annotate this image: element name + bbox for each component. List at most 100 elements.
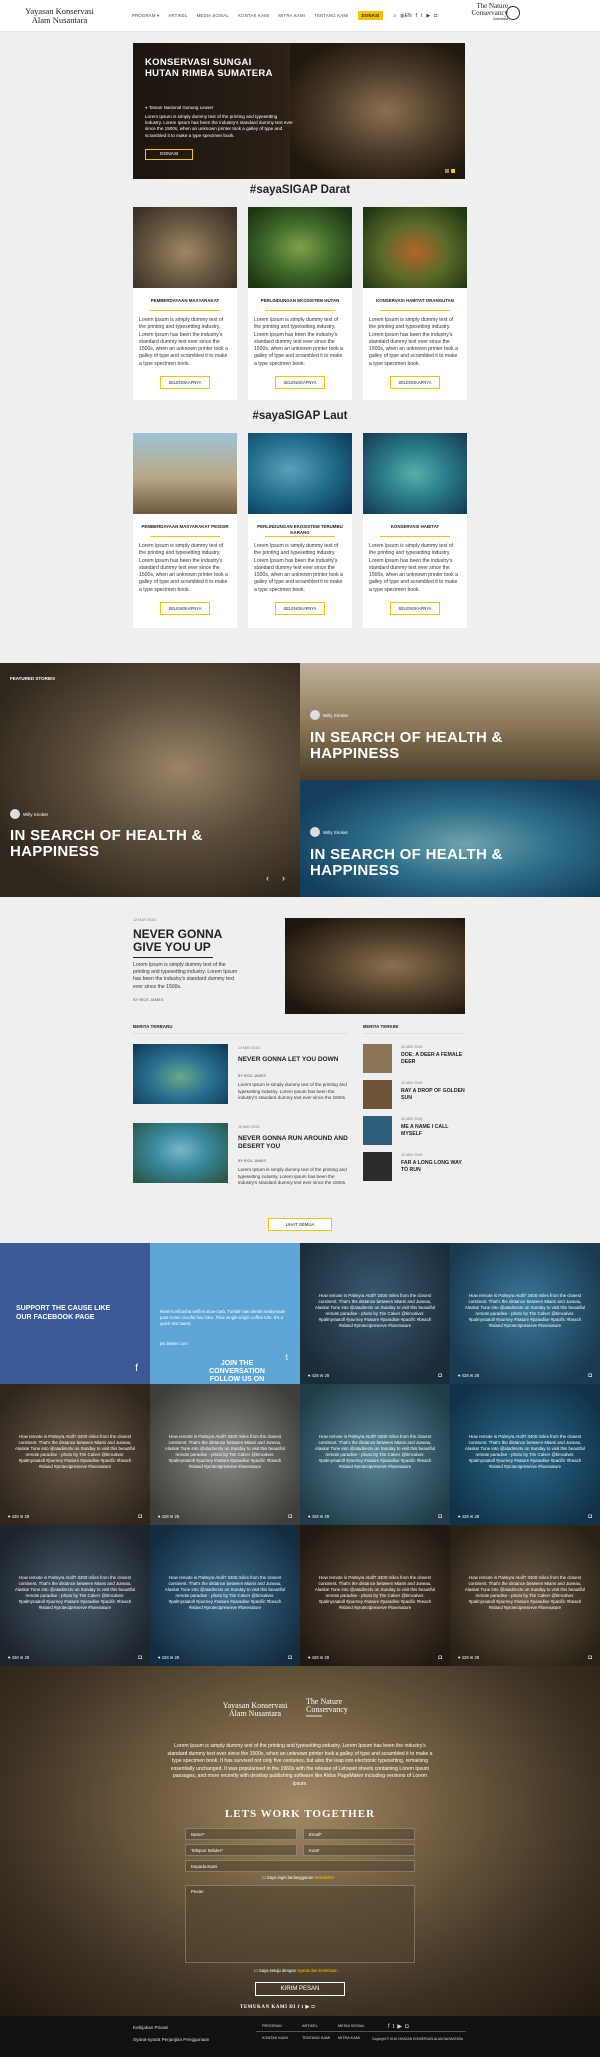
- likes-count: 428: [461, 1655, 469, 1660]
- card-button[interactable]: SELENGKAPNYA: [160, 376, 210, 390]
- news-title[interactable]: NEVER GONNA RUN AROUND AND DESERT YOU: [238, 1135, 348, 1150]
- card-desc: Lorem Ipsum is simply dummy text of the …: [369, 317, 458, 367]
- featured-story-2[interactable]: Willy Siroket IN SEARCH OF HEALTH & HAPP…: [300, 663, 600, 780]
- footer-program[interactable]: PROGRAM: [262, 2024, 282, 2028]
- twitter-icon[interactable]: t: [302, 2005, 304, 2010]
- instagram-post[interactable]: How remote is Palmyra Atoll? 3400 miles …: [150, 1384, 300, 1525]
- youtube-icon[interactable]: ▶: [397, 2024, 405, 2030]
- instagram-post[interactable]: How remote is Palmyra Atoll? 3400 miles …: [150, 1525, 300, 1666]
- logo-tnc[interactable]: The Nature Conservancy Indonesia: [471, 3, 508, 22]
- footer-logo-yayasan[interactable]: Yayasan Konservasi Alam Nusantara: [215, 1702, 295, 1718]
- nav-tentang-kami[interactable]: TENTANG KAMI: [314, 13, 348, 18]
- section-title-darat: #sayaSIGAP Darat: [249, 184, 351, 196]
- card-title: PEMBERDAYAAN MASYARAKAT PESISIR: [141, 524, 229, 529]
- chevron-right-icon[interactable]: ›: [282, 873, 285, 883]
- instagram-post[interactable]: How remote is Palmyra Atoll? 3400 miles …: [450, 1243, 600, 1384]
- instagram-icon[interactable]: ◘: [434, 13, 437, 19]
- message-field[interactable]: Pesan: [185, 1885, 415, 1963]
- news-byline[interactable]: BY RICK JAMES: [238, 1074, 266, 1078]
- phone-field[interactable]: Telepon Seluler*: [185, 1844, 297, 1856]
- search-icon[interactable]: ⌕: [393, 13, 396, 19]
- card-button[interactable]: SELENGKAPNYA: [390, 602, 440, 616]
- carousel-dot-active[interactable]: [451, 169, 455, 173]
- name-field[interactable]: Name*: [185, 1828, 297, 1840]
- news-title[interactable]: FAR A LONG LONG WAY TO RUN: [401, 1160, 467, 1173]
- news-title[interactable]: ME A NAME I CALL MYSELF: [401, 1124, 467, 1137]
- featured-main-story[interactable]: FEATURED STORIES Willy Siroket IN SEARCH…: [0, 663, 300, 897]
- kirim-pesan-button[interactable]: KIRIM PESAN: [255, 1982, 345, 1996]
- hero-donasi-button[interactable]: DONASI: [145, 149, 194, 160]
- card-button[interactable]: SELENGKAPNYA: [390, 376, 440, 390]
- nav-mitra-kami[interactable]: MITRA KAMI: [278, 13, 305, 18]
- comment-icon: ✉: [469, 1514, 474, 1519]
- news-title[interactable]: NEVER GONNA GIVE YOU UP: [133, 928, 233, 953]
- tweet-link[interactable]: pic.twitter.com: [160, 1341, 290, 1347]
- news-title[interactable]: NEVER GONNA LET YOU DOWN: [238, 1056, 358, 1064]
- story-author: Willy Siroket: [310, 827, 348, 837]
- news-thumb[interactable]: [133, 1044, 228, 1104]
- card-divider: [150, 310, 220, 311]
- news-byline[interactable]: BY RICK JAMES: [238, 1159, 266, 1163]
- featured-story-3[interactable]: Willy Siroket IN SEARCH OF HEALTH & HAPP…: [300, 780, 600, 897]
- email-field[interactable]: Email*: [303, 1828, 415, 1840]
- nav-program[interactable]: PROGRAM ▾: [132, 13, 159, 19]
- card-image: [363, 207, 467, 288]
- nav-artikel[interactable]: ARTIKEL: [168, 13, 187, 18]
- logo-yayasan[interactable]: Yayasan Konservasi Alam Nusantara: [12, 7, 107, 24]
- twitter-icon[interactable]: t: [421, 13, 422, 19]
- instagram-post[interactable]: How remote is Palmyra Atoll? 3400 miles …: [300, 1384, 450, 1525]
- footer-tentang-kami[interactable]: TENTANG KAMI: [302, 2036, 330, 2040]
- instagram-post[interactable]: How remote is Palmyra Atoll? 3400 miles …: [450, 1525, 600, 1666]
- chevron-left-icon[interactable]: ‹: [266, 873, 269, 883]
- card-button[interactable]: SELENGKAPNYA: [275, 602, 325, 616]
- terms-checkbox[interactable]: ☐ Saya setuju dengan Syarat dan Ketentua…: [254, 1968, 338, 1973]
- terms-link[interactable]: Syarat dan Ketentuan: [297, 1968, 338, 1973]
- donasi-nav-button[interactable]: DONASI: [357, 11, 384, 20]
- instagram-post[interactable]: How remote is Palmyra Atoll? 3400 miles …: [0, 1384, 150, 1525]
- footer-social-icons: ft▶◘: [388, 2023, 412, 2030]
- footer-kontak-kami[interactable]: KONTAK KAMI: [262, 2036, 288, 2040]
- instagram-icon[interactable]: ◘: [312, 2005, 316, 2010]
- nav-kontak-kami[interactable]: KONTAK KAMI: [238, 13, 269, 18]
- news-photo[interactable]: [285, 918, 465, 1014]
- news-title[interactable]: RAY A DROP OF GOLDEN SUN: [401, 1088, 467, 1101]
- carousel-dot[interactable]: [445, 169, 449, 173]
- recipient-select[interactable]: Kepada Kami: [185, 1860, 415, 1872]
- logo-tnc-sub: Indonesia: [306, 1714, 322, 1718]
- lihat-semua-button[interactable]: LIHAT SEMUA: [268, 1218, 332, 1231]
- news-title[interactable]: DOE: A DEER A FEMALE DEER: [401, 1052, 467, 1065]
- news-thumb[interactable]: [133, 1123, 228, 1183]
- footer-mitra-kami[interactable]: MITRA KAMI: [338, 2036, 360, 2040]
- instagram-icon[interactable]: ◘: [405, 2024, 412, 2030]
- facebook-icon[interactable]: f: [298, 2005, 300, 2010]
- news-desc: Lorem Ipsum is simply dummy text of the …: [238, 1082, 347, 1100]
- news-thumb[interactable]: [363, 1152, 392, 1181]
- instagram-post[interactable]: How remote is Palmyra Atoll? 3400 miles …: [300, 1243, 450, 1384]
- instagram-post[interactable]: How remote is Palmyra Atoll? 3400 miles …: [300, 1525, 450, 1666]
- instagram-post[interactable]: How remote is Palmyra Atoll? 3400 miles …: [0, 1525, 150, 1666]
- newsletter-link[interactable]: Newsletter: [314, 1875, 334, 1880]
- news-thumb[interactable]: [363, 1080, 392, 1109]
- facebook-tile[interactable]: SUPPORT THE CAUSE LIKE OUR FACEBOOK PAGE…: [0, 1243, 150, 1384]
- instagram-post[interactable]: How remote is Palmyra Atoll? 3400 miles …: [450, 1384, 600, 1525]
- city-field[interactable]: Kota*: [303, 1844, 415, 1856]
- footer-media-sosial[interactable]: MEDIA SOSIAL: [338, 2024, 365, 2028]
- nav-media-sosial[interactable]: MEDIA SOSIAL: [197, 13, 230, 18]
- card-button[interactable]: SELENGKAPNYA: [160, 602, 210, 616]
- newsletter-checkbox[interactable]: ☐ Saya ingin berlangganan Newsletter: [262, 1875, 334, 1880]
- instagram-icon: ◘: [588, 1373, 592, 1379]
- card-button[interactable]: SELENGKAPNYA: [275, 376, 325, 390]
- news-thumb[interactable]: [363, 1044, 392, 1073]
- language-switch[interactable]: ◍EN: [400, 13, 411, 19]
- comment-icon: ✉: [469, 1373, 474, 1378]
- footer-artikel[interactable]: ARTIKEL: [302, 2024, 318, 2028]
- facebook-icon[interactable]: f: [416, 13, 417, 19]
- terms-of-use-link[interactable]: Syarat-syarat Perjanjian Penggunaan: [133, 2037, 209, 2042]
- footer-logo-tnc[interactable]: The Nature Conservancy Indonesia: [306, 1698, 376, 1719]
- twitter-tile[interactable]: Real Kombucha selfies slow-carb, Tumblr …: [150, 1243, 300, 1384]
- news-thumb[interactable]: [363, 1116, 392, 1145]
- youtube-icon[interactable]: ▶: [305, 2005, 309, 2010]
- card-image: [363, 433, 467, 514]
- youtube-icon[interactable]: ▶: [426, 13, 430, 19]
- privacy-link[interactable]: Kebijakan Privasi: [133, 2025, 168, 2030]
